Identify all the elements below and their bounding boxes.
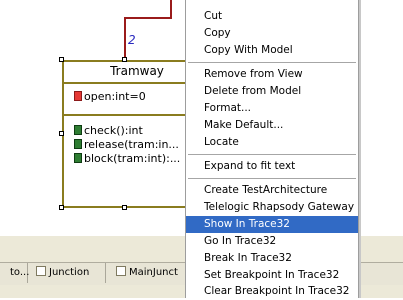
diagram-tab-icon bbox=[36, 266, 46, 276]
menu-item-set-breakpoint-in-trace32[interactable]: Set Breakpoint In Trace32 bbox=[186, 267, 358, 284]
operation-icon bbox=[74, 153, 82, 163]
attribute-label: open:int=0 bbox=[84, 90, 146, 103]
menu-item-label: Clear Breakpoint In Trace32 bbox=[204, 285, 350, 297]
resize-handle-n[interactable] bbox=[122, 57, 127, 62]
menu-item-label: Format... bbox=[204, 102, 252, 114]
menu-item-cut[interactable]: Cut bbox=[186, 8, 358, 25]
operation-item[interactable]: check():int bbox=[74, 124, 143, 137]
menu-item-label: Go In Trace32 bbox=[204, 235, 277, 247]
operation-icon bbox=[74, 139, 82, 149]
menu-separator bbox=[188, 62, 356, 63]
resize-handle-sw[interactable] bbox=[59, 205, 64, 210]
menu-item-label: Create TestArchitecture bbox=[204, 184, 328, 196]
relation-line-horizontal[interactable] bbox=[124, 17, 172, 19]
menu-item-label: Expand to fit text bbox=[204, 160, 296, 172]
operation-label: check():int bbox=[84, 124, 143, 137]
tab-to[interactable]: to... bbox=[6, 263, 30, 283]
menu-item-delete-from-model[interactable]: Delete from Model bbox=[186, 83, 358, 100]
menu-separator bbox=[188, 154, 356, 155]
multiplicity-label: 2 bbox=[128, 33, 136, 47]
tab-junction[interactable]: Junction bbox=[32, 263, 106, 283]
menu-item-rhapsody-gateway[interactable]: Telelogic Rhapsody Gateway bbox=[186, 199, 358, 216]
tab-label: MainJunct bbox=[129, 267, 178, 278]
operation-item[interactable]: release(tram:in... bbox=[74, 138, 179, 151]
diagram-tab-icon bbox=[116, 266, 126, 276]
menu-separator bbox=[188, 178, 356, 179]
menu-item-label: Remove from View bbox=[204, 68, 303, 80]
menu-item-break-in-trace32[interactable]: Break In Trace32 bbox=[186, 250, 358, 267]
menu-item-copy-with-model[interactable]: Copy With Model bbox=[186, 42, 358, 59]
menu-item-label: Show In Trace32 bbox=[204, 218, 290, 230]
menu-item-label: Telelogic Rhapsody Gateway bbox=[204, 201, 355, 213]
operation-item[interactable]: block(tram:int):... bbox=[74, 152, 180, 165]
tab-mainjunction[interactable]: MainJunct bbox=[112, 263, 186, 283]
menu-item-go-in-trace32[interactable]: Go In Trace32 bbox=[186, 233, 358, 250]
attribute-item[interactable]: open:int=0 bbox=[74, 90, 146, 103]
attribute-icon bbox=[74, 91, 82, 101]
operation-label: block(tram:int):... bbox=[84, 152, 181, 165]
menu-item-label: Copy With Model bbox=[204, 44, 293, 56]
relation-line-down[interactable] bbox=[124, 17, 126, 61]
menu-item-make-default[interactable]: Make Default... bbox=[186, 117, 358, 134]
tab-label: to... bbox=[10, 267, 30, 278]
menu-item-label: Set Breakpoint In Trace32 bbox=[204, 269, 340, 281]
context-menu: Cut Copy Copy With Model Remove from Vie… bbox=[185, 0, 359, 298]
resize-handle-w[interactable] bbox=[59, 131, 64, 136]
menu-item-locate[interactable]: Locate bbox=[186, 134, 358, 151]
menu-item-label: Locate bbox=[204, 136, 239, 148]
tab-label: Junction bbox=[49, 267, 90, 278]
menu-item-label: Break In Trace32 bbox=[204, 252, 292, 264]
menu-item-label: Delete from Model bbox=[204, 85, 302, 97]
operation-icon bbox=[74, 125, 82, 135]
menu-item-label: Make Default... bbox=[204, 119, 284, 131]
menu-item-expand-to-fit-text[interactable]: Expand to fit text bbox=[186, 158, 358, 175]
menu-item-label: Copy bbox=[204, 27, 231, 39]
resize-handle-nw[interactable] bbox=[59, 57, 64, 62]
menu-item-create-testarchitecture[interactable]: Create TestArchitecture bbox=[186, 182, 358, 199]
menu-item-label: Cut bbox=[204, 10, 223, 22]
menu-item-clear-breakpoint-in-trace32[interactable]: Clear Breakpoint In Trace32 bbox=[186, 283, 358, 300]
menu-item-show-in-trace32[interactable]: Show In Trace32 bbox=[186, 216, 358, 233]
menu-item-copy[interactable]: Copy bbox=[186, 25, 358, 42]
menu-item-format[interactable]: Format... bbox=[186, 100, 358, 117]
operation-label: release(tram:in... bbox=[84, 138, 179, 151]
relation-line-vertical[interactable] bbox=[170, 0, 172, 18]
menu-item-remove-from-view[interactable]: Remove from View bbox=[186, 66, 358, 83]
resize-handle-s[interactable] bbox=[122, 205, 127, 210]
